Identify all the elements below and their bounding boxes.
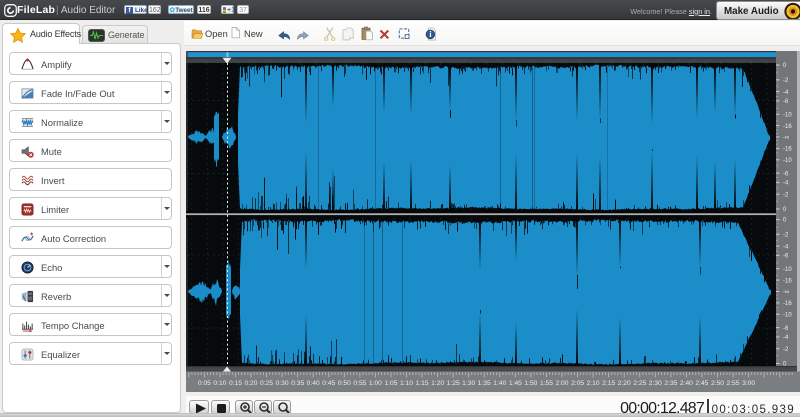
svg-text:-6: -6 <box>783 171 789 177</box>
svg-text:2:50: 2:50 <box>711 380 724 387</box>
svg-text:1:10: 1:10 <box>400 380 413 387</box>
svg-text:2:25: 2:25 <box>633 380 646 387</box>
svg-text:1:35: 1:35 <box>478 380 491 387</box>
svg-text:2:35: 2:35 <box>664 380 677 387</box>
svg-text:-2: -2 <box>783 78 789 84</box>
svg-text:0:15: 0:15 <box>229 380 242 387</box>
svg-text:-10: -10 <box>783 158 792 164</box>
svg-text:1:05: 1:05 <box>384 380 397 387</box>
svg-text:0:25: 0:25 <box>260 380 273 387</box>
svg-text:2:40: 2:40 <box>680 380 693 387</box>
svg-text:1:00: 1:00 <box>369 380 382 387</box>
svg-text:0:10: 0:10 <box>213 380 226 387</box>
svg-text:0:45: 0:45 <box>322 380 335 387</box>
svg-text:1:20: 1:20 <box>431 380 444 387</box>
svg-text:-2: -2 <box>783 192 789 198</box>
svg-text:-6: -6 <box>783 254 789 260</box>
svg-text:-4: -4 <box>783 181 789 187</box>
svg-text:2:30: 2:30 <box>649 380 662 387</box>
svg-text:1:50: 1:50 <box>524 380 537 387</box>
svg-text:-2: -2 <box>783 347 789 353</box>
svg-text:-4: -4 <box>783 90 789 96</box>
svg-text:0:55: 0:55 <box>353 380 366 387</box>
svg-text:0:50: 0:50 <box>338 380 351 387</box>
svg-text:-10: -10 <box>783 313 792 319</box>
svg-text:-16: -16 <box>783 278 792 284</box>
svg-text:2:15: 2:15 <box>602 380 615 387</box>
svg-text:2:20: 2:20 <box>618 380 631 387</box>
svg-text:-6: -6 <box>783 99 789 105</box>
svg-text:0:20: 0:20 <box>244 380 257 387</box>
svg-text:0:40: 0:40 <box>307 380 320 387</box>
svg-text:1:55: 1:55 <box>540 380 553 387</box>
svg-text:2:00: 2:00 <box>555 380 568 387</box>
svg-text:2:45: 2:45 <box>695 380 708 387</box>
svg-text:1:25: 1:25 <box>447 380 460 387</box>
svg-text:1:30: 1:30 <box>462 380 475 387</box>
svg-text:-6: -6 <box>783 326 789 332</box>
svg-text:-10: -10 <box>783 112 792 118</box>
svg-text:-2: -2 <box>783 233 789 239</box>
svg-text:2:55: 2:55 <box>726 380 739 387</box>
svg-text:1:15: 1:15 <box>416 380 429 387</box>
svg-text:-4: -4 <box>783 335 789 341</box>
svg-text:2:10: 2:10 <box>587 380 600 387</box>
svg-text:2:05: 2:05 <box>571 380 584 387</box>
svg-text:-16: -16 <box>783 301 792 307</box>
svg-text:1:45: 1:45 <box>509 380 522 387</box>
svg-text:0:30: 0:30 <box>276 380 289 387</box>
svg-text:0:05: 0:05 <box>198 380 211 387</box>
svg-text:0:35: 0:35 <box>291 380 304 387</box>
svg-text:-16: -16 <box>783 124 792 130</box>
svg-text:-10: -10 <box>783 267 792 273</box>
svg-text:3:00: 3:00 <box>742 380 755 387</box>
svg-text:-∞: -∞ <box>783 290 789 296</box>
svg-text:1:40: 1:40 <box>493 380 506 387</box>
svg-text:-∞: -∞ <box>783 135 789 141</box>
svg-text:-4: -4 <box>783 244 789 250</box>
svg-text:-16: -16 <box>783 147 792 153</box>
